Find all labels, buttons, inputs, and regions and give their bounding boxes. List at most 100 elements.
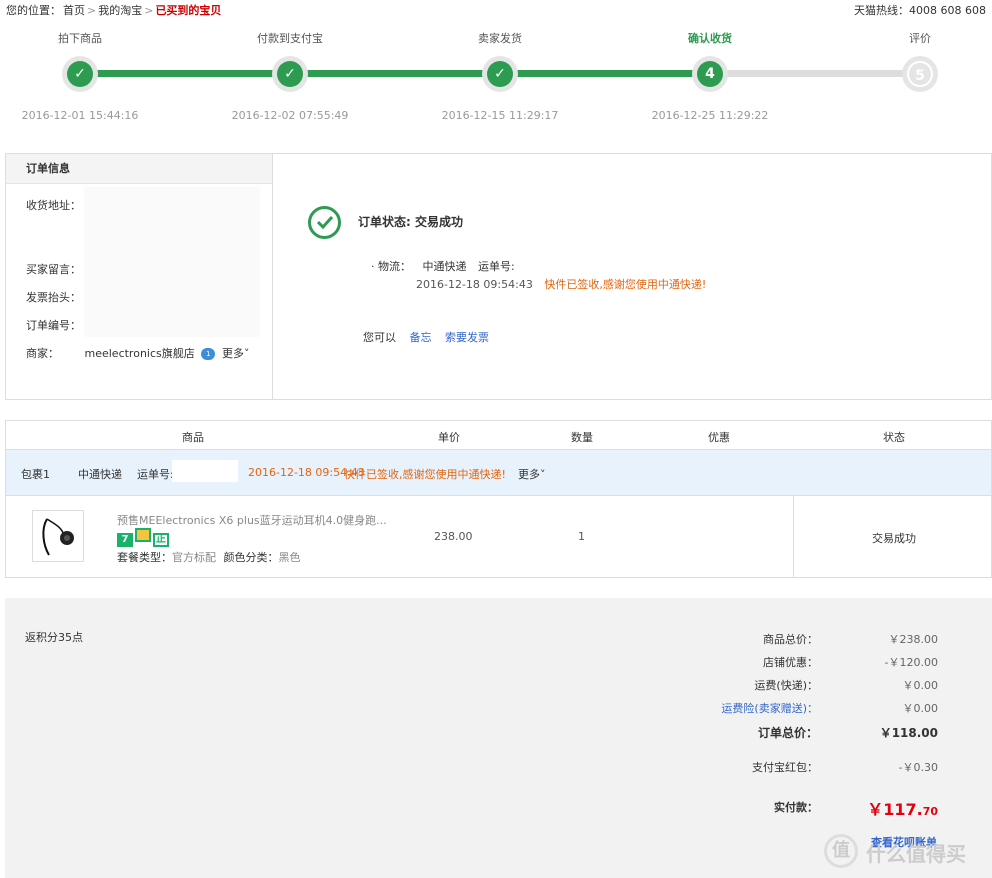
col-discount: 优惠 bbox=[708, 431, 730, 444]
hotline: 天猫热线：4008 608 608 bbox=[854, 4, 986, 17]
watermark-circle: 值 bbox=[824, 834, 858, 868]
logistics-label: · 物流： bbox=[371, 260, 411, 273]
breadcrumb-current: 已买到的宝贝 bbox=[155, 4, 222, 17]
check-icon: ✓ bbox=[487, 61, 513, 87]
product-spec: 套餐类型：官方标配 颜色分类：黑色 bbox=[117, 549, 301, 565]
progress-step-1: 拍下商品 ✓ 2016-12-01 15:44:16 bbox=[10, 30, 150, 122]
step-number: 4 bbox=[697, 61, 723, 87]
progress-step-3: 卖家发货 ✓ 2016-12-15 11:29:17 bbox=[430, 30, 570, 122]
request-invoice-link[interactable]: 索要发票 bbox=[445, 331, 489, 344]
check-icon: ✓ bbox=[277, 61, 303, 87]
logistics-time: 2016-12-18 09:54:43 bbox=[416, 278, 533, 291]
total-line-shop-discount: 店铺优惠： -￥120.00 bbox=[645, 654, 938, 670]
total-label: 支付宝红包： bbox=[752, 761, 818, 774]
address-redacted bbox=[84, 187, 260, 337]
breadcrumb-home[interactable]: 首页 bbox=[63, 4, 85, 17]
breadcrumb-my-taobao[interactable]: 我的淘宝 bbox=[98, 4, 142, 17]
order-actions: 您可以 备忘 索要发票 bbox=[363, 329, 499, 345]
tracking-redacted bbox=[172, 460, 238, 482]
total-value: ￥238.00 bbox=[888, 633, 939, 646]
seller-name-link[interactable]: meelectronics旗舰店 bbox=[85, 347, 195, 360]
insurance-icon[interactable] bbox=[135, 528, 151, 542]
package-more-link[interactable]: 更多˅ bbox=[518, 466, 546, 482]
watermark-logo: 值 什么值得买 bbox=[820, 830, 990, 874]
product-thumbnail[interactable] bbox=[32, 510, 84, 562]
total-line-shipping-insurance: 运费险(卖家赠送)： ￥0.00 bbox=[645, 700, 938, 716]
service-tags: 7正 bbox=[117, 528, 171, 547]
seller-row: 商家： meelectronics旗舰店 1 bbox=[26, 345, 216, 361]
total-value: ￥0.00 bbox=[902, 679, 939, 692]
step-label: 评价 bbox=[909, 32, 931, 45]
total-line-shipping: 运费(快递)： ￥0.00 bbox=[645, 677, 938, 693]
progress-step-5: 评价 5 bbox=[850, 30, 990, 92]
seller-label: 商家： bbox=[26, 347, 59, 360]
progress-step-2: 付款到支付宝 ✓ 2016-12-02 07:55:49 bbox=[220, 30, 360, 122]
goods-table: 商品 单价 数量 优惠 状态 包裹1 中通快递 运单号: 2016-12-18 … bbox=[5, 420, 992, 578]
step-node: 4 bbox=[692, 56, 728, 92]
col-price: 单价 bbox=[438, 431, 460, 444]
logistics-line: · 物流： 中通快递 运单号: bbox=[371, 258, 523, 274]
spec-label: 套餐类型： bbox=[117, 551, 172, 564]
total-value: -￥120.00 bbox=[884, 656, 938, 669]
logistics-carrier: 中通快递 bbox=[422, 260, 467, 273]
item-price: 238.00 bbox=[434, 530, 473, 543]
progress-track-pending bbox=[710, 70, 920, 77]
package-tracking-label: 运单号: bbox=[137, 468, 174, 481]
actions-label: 您可以 bbox=[363, 331, 396, 344]
spec-value: 黑色 bbox=[278, 551, 301, 564]
step-time: 2016-12-25 11:29:22 bbox=[651, 109, 769, 122]
product-title-link[interactable]: 预售MEElectronics X6 plus蓝牙运动耳机4.0健身跑... bbox=[117, 512, 387, 528]
chat-icon[interactable]: 1 bbox=[201, 348, 216, 360]
step-node: ✓ bbox=[272, 56, 308, 92]
paid-value: ￥117.70 bbox=[867, 796, 938, 820]
package-message: 快件已签收,感谢您使用中通快递! bbox=[344, 468, 506, 481]
note-link[interactable]: 备忘 bbox=[410, 331, 432, 344]
address-label: 收货地址： bbox=[26, 199, 81, 212]
total-line-red-packet: 支付宝红包： -￥0.30 bbox=[645, 759, 938, 775]
step-label: 拍下商品 bbox=[58, 32, 102, 45]
seven-day-return-icon[interactable]: 7 bbox=[117, 533, 133, 547]
step-label: 确认收货 bbox=[688, 32, 732, 45]
step-number: 5 bbox=[907, 61, 933, 87]
total-line-paid: 实付款： ￥117.70 bbox=[645, 796, 938, 819]
success-check-icon bbox=[308, 206, 341, 239]
goods-table-header: 商品 单价 数量 优惠 状态 bbox=[6, 421, 991, 450]
total-value: -￥0.30 bbox=[898, 761, 938, 774]
total-label: 订单总价： bbox=[757, 726, 818, 740]
order-info-title: 订单信息 bbox=[6, 154, 272, 184]
paid-label: 实付款： bbox=[774, 801, 818, 814]
step-label: 卖家发货 bbox=[478, 32, 522, 45]
total-line-order-total: 订单总价： ￥118.00 bbox=[645, 724, 938, 740]
step-node: 5 bbox=[902, 56, 938, 92]
order-no-label: 订单编号： bbox=[26, 319, 81, 332]
logistics-message: 快件已签收,感谢您使用中通快递! bbox=[544, 278, 707, 291]
spec-value: 官方标配 bbox=[172, 551, 216, 564]
package-carrier: 中通快递 bbox=[78, 468, 122, 481]
total-value: ￥0.00 bbox=[902, 702, 939, 715]
order-info-box: 订单信息 收货地址： 买家留言： 发票抬头： 订单编号： 商家： meelect… bbox=[5, 153, 992, 400]
item-status: 交易成功 bbox=[872, 532, 916, 545]
total-label: 运费(快递)： bbox=[754, 679, 818, 692]
spec-label: 颜色分类： bbox=[223, 551, 279, 564]
seller-more-link[interactable]: 更多˅ bbox=[222, 345, 250, 361]
order-info-panel: 订单信息 收货地址： 买家留言： 发票抬头： 订单编号： 商家： meelect… bbox=[6, 154, 273, 399]
step-time: 2016-12-02 07:55:49 bbox=[231, 109, 349, 122]
breadcrumb-prefix: 您的位置： bbox=[6, 4, 61, 17]
shipping-insurance-link[interactable]: 运费险(卖家赠送)： bbox=[721, 700, 818, 716]
invoice-label: 发票抬头： bbox=[26, 291, 81, 304]
paid-cents: 70 bbox=[922, 805, 938, 818]
genuine-icon[interactable]: 正 bbox=[153, 533, 169, 547]
logistics-tracking-label: 运单号: bbox=[478, 260, 515, 273]
top-bar: 您的位置： 首页 > 我的淘宝 > 已买到的宝贝 天猫热线：4008 608 608 bbox=[6, 2, 986, 18]
step-time: 2016-12-15 11:29:17 bbox=[441, 109, 559, 122]
total-label: 商品总价： bbox=[763, 633, 818, 646]
step-label: 付款到支付宝 bbox=[257, 32, 323, 45]
order-progress: 拍下商品 ✓ 2016-12-01 15:44:16 付款到支付宝 ✓ 2016… bbox=[0, 30, 992, 130]
package-row: 包裹1 中通快递 运单号: 2016-12-18 09:54:43 快件已签收,… bbox=[6, 450, 991, 496]
step-time: 2016-12-01 15:44:16 bbox=[21, 109, 139, 122]
total-line-goods: 商品总价： ￥238.00 bbox=[645, 631, 938, 647]
col-product: 商品 bbox=[182, 431, 204, 444]
breadcrumb-sep: > bbox=[87, 4, 97, 17]
col-qty: 数量 bbox=[571, 431, 593, 444]
item-quantity: 1 bbox=[578, 530, 585, 543]
